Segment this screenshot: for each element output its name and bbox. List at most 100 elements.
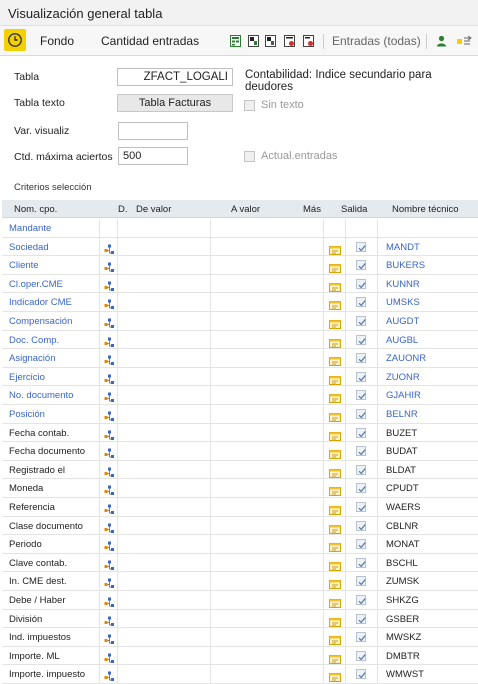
output-checkbox[interactable] [356,241,366,252]
selection-options-icon[interactable] [104,483,115,496]
from-value-input[interactable] [118,293,211,311]
to-value-input[interactable] [211,312,324,330]
multiple-selection-icon[interactable] [329,297,341,311]
field-name[interactable]: Asignación [9,353,55,364]
from-value-input[interactable] [118,442,211,460]
output-checkbox[interactable] [356,260,366,271]
from-value-input[interactable] [118,312,211,330]
transport-icon[interactable] [456,35,472,47]
multiple-selection-icon[interactable] [329,242,341,255]
from-value-input[interactable] [118,572,211,590]
deselect-all-icon[interactable] [265,35,276,47]
selection-options-icon[interactable] [104,614,115,626]
field-name[interactable]: Ejercicio [9,372,45,383]
output-checkbox[interactable] [356,334,366,345]
output-checkbox[interactable] [356,650,366,661]
to-value-input[interactable] [211,237,324,256]
output-checkbox[interactable] [356,278,366,289]
field-name[interactable]: Cl.oper.CME [9,279,63,290]
to-value-input[interactable] [211,367,324,386]
to-value-input[interactable] [211,628,324,646]
actual-entradas-checkbox[interactable] [244,151,255,162]
multiple-selection-icon[interactable] [329,372,341,385]
output-checkbox[interactable] [356,595,366,605]
multiple-selection-icon[interactable] [329,502,341,515]
from-value-input[interactable] [118,535,211,553]
from-value-input[interactable] [118,386,211,404]
to-value-input[interactable] [211,349,324,367]
delete-entry-icon[interactable] [284,35,295,47]
field-name[interactable]: Sociedad [9,242,49,253]
entradas-todas-button[interactable]: Entradas (todas) [332,34,421,48]
selection-options-icon[interactable] [104,502,115,514]
output-checkbox[interactable] [356,483,366,494]
multiple-selection-icon[interactable] [329,632,341,646]
output-checkbox[interactable] [356,371,366,382]
to-value-input[interactable] [211,646,324,665]
tabla-input[interactable]: ZFACT_LOGALI [117,68,233,86]
multiple-selection-icon[interactable] [329,465,341,478]
selection-options-icon[interactable] [104,372,115,384]
to-value-input[interactable] [211,256,324,274]
selection-options-icon[interactable] [104,242,115,254]
selection-options-icon[interactable] [104,558,115,570]
multiple-selection-icon[interactable] [329,576,341,590]
output-checkbox[interactable] [356,520,366,531]
from-value-input[interactable] [118,219,211,237]
multiple-selection-icon[interactable] [329,279,341,292]
multiple-selection-icon[interactable] [329,353,341,367]
output-checkbox[interactable] [356,390,366,401]
selection-options-icon[interactable] [104,390,115,403]
field-name[interactable]: Mandante [9,223,51,234]
to-value-input[interactable] [211,553,324,572]
from-value-input[interactable] [118,479,211,497]
output-checkbox[interactable] [356,427,366,438]
output-checkbox[interactable] [356,576,366,587]
output-checkbox[interactable] [356,632,366,643]
to-value-input[interactable] [211,498,324,516]
multiple-selection-icon[interactable] [329,316,341,329]
select-all-icon[interactable] [248,35,259,47]
output-checkbox[interactable] [356,297,366,308]
multiple-selection-icon[interactable] [329,428,341,441]
selection-options-icon[interactable] [104,353,115,366]
selection-options-icon[interactable] [104,428,115,440]
to-value-input[interactable] [211,609,324,628]
from-value-input[interactable] [118,553,211,572]
output-checkbox[interactable] [356,409,366,419]
clock-button[interactable] [4,29,26,51]
field-name[interactable]: No. documento [9,390,73,401]
multiple-selection-icon[interactable] [329,669,341,683]
to-value-input[interactable] [211,423,324,442]
fondo-button[interactable]: Fondo [40,34,74,48]
selection-options-icon[interactable] [104,595,115,607]
selection-options-icon[interactable] [104,632,115,645]
output-checkbox[interactable] [356,446,366,457]
from-value-input[interactable] [118,405,211,423]
to-value-input[interactable] [211,293,324,311]
from-value-input[interactable] [118,367,211,386]
multiple-selection-icon[interactable] [329,651,341,664]
field-name[interactable]: Cliente [9,260,39,271]
selection-options-icon[interactable] [104,576,115,589]
to-value-input[interactable] [211,219,324,237]
output-checkbox[interactable] [356,613,366,624]
from-value-input[interactable] [118,460,211,479]
multiple-selection-icon[interactable] [329,260,341,274]
selection-options-icon[interactable] [104,669,115,682]
output-checkbox[interactable] [356,557,366,568]
from-value-input[interactable] [118,237,211,256]
output-checkbox[interactable] [356,316,366,326]
var-visualiz-input[interactable] [118,122,188,140]
selection-options-icon[interactable] [104,651,115,663]
selection-options-icon[interactable] [104,297,115,310]
selection-options-icon[interactable] [104,521,115,533]
multiple-selection-icon[interactable] [329,390,341,404]
field-name[interactable]: Compensación [9,316,72,327]
from-value-input[interactable] [118,330,211,349]
to-value-input[interactable] [211,572,324,590]
output-checkbox[interactable] [356,502,366,512]
from-value-input[interactable] [118,646,211,665]
to-value-input[interactable] [211,460,324,479]
multiple-selection-icon[interactable] [329,521,341,534]
